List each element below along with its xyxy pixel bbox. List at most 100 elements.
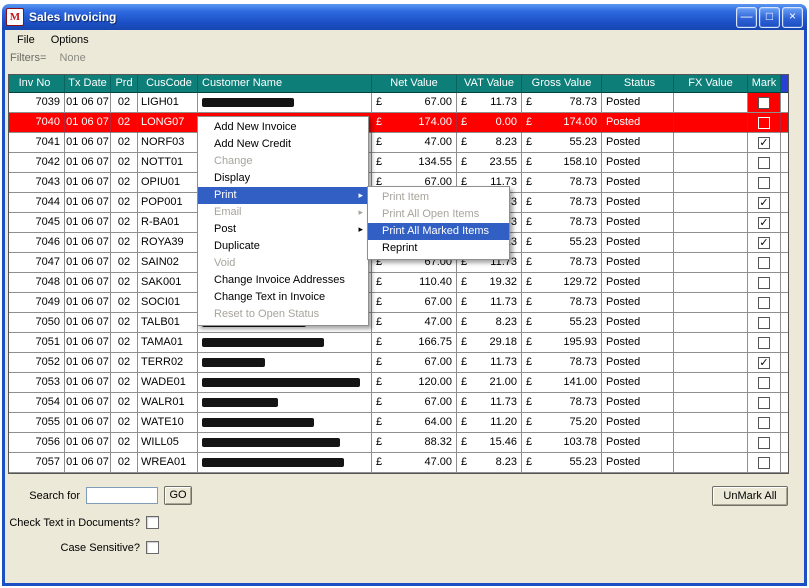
menu-item-add-new-invoice[interactable]: Add New Invoice <box>198 119 368 136</box>
table-row[interactable]: 7042 01 06 07 02 NOTT01 £134.55 £23.55 £158.10… <box>9 153 788 173</box>
mark-checkbox[interactable] <box>758 336 770 349</box>
mark-checkbox[interactable] <box>758 156 770 169</box>
mark-checkbox[interactable]: ✓ <box>758 136 770 149</box>
mark-checkbox[interactable] <box>758 96 770 109</box>
mark-checkbox[interactable] <box>758 176 770 189</box>
mark-checkbox[interactable] <box>758 296 770 309</box>
currency-symbol: £ <box>526 376 533 388</box>
submenu-item-reprint[interactable]: Reprint <box>368 240 509 257</box>
table-row[interactable]: 7039 01 06 07 02 LIGH01 £67.00 £11.73 £78.73 Po… <box>9 93 788 113</box>
col-header-inv-no[interactable]: Inv No <box>9 75 65 93</box>
table-row[interactable]: 7049 01 06 07 02 SOCI01 £67.00 £11.73 £78.73 Po… <box>9 293 788 313</box>
filters-value: None <box>59 52 86 64</box>
cell-fx-value <box>674 233 748 253</box>
menu-file[interactable]: File <box>9 32 43 48</box>
table-row[interactable]: 7055 01 06 07 02 WATE10 £64.00 £11.20 £75.20 Po… <box>9 413 788 433</box>
currency-symbol: £ <box>526 276 533 288</box>
menu-item-print[interactable]: Print ▸ <box>198 187 368 204</box>
table-row[interactable]: 7051 01 06 07 02 TAMA01 £166.75 £29.18 £195.93… <box>9 333 788 353</box>
col-header-status[interactable]: Status <box>602 75 674 93</box>
menu-item-change-text-in-invoice[interactable]: Change Text in Invoice <box>198 289 368 306</box>
check-text-checkbox[interactable] <box>146 516 159 529</box>
mark-checkbox[interactable] <box>758 116 770 129</box>
table-row[interactable]: 7050 01 06 07 02 TALB01 £47.00 £8.23 £55.23 Pos… <box>9 313 788 333</box>
grid-scroll-strip <box>781 253 788 273</box>
mark-checkbox[interactable] <box>758 376 770 389</box>
cell-status: Posted <box>602 93 674 113</box>
col-header-cuscode[interactable]: CusCode <box>138 75 198 93</box>
menu-item-post[interactable]: Post ▸ <box>198 221 368 238</box>
col-header-fx-value[interactable]: FX Value <box>674 75 748 93</box>
col-header-gross-value[interactable]: Gross Value <box>522 75 602 93</box>
col-header-mark[interactable]: Mark <box>748 75 781 93</box>
menu-options[interactable]: Options <box>43 32 97 48</box>
mark-checkbox[interactable] <box>758 396 770 409</box>
menu-item-email: Email ▸ <box>198 204 368 221</box>
filter-bar[interactable]: Filters= None <box>10 52 86 68</box>
table-row[interactable]: 7048 01 06 07 02 SAK001 £110.40 £19.32 £129.72… <box>9 273 788 293</box>
amount-value: 8.23 <box>495 136 517 148</box>
mark-checkbox[interactable] <box>758 456 770 469</box>
menu-item-duplicate[interactable]: Duplicate <box>198 238 368 255</box>
menu-item-change-invoice-addresses[interactable]: Change Invoice Addresses <box>198 272 368 289</box>
grid-scroll-strip <box>781 413 788 433</box>
table-row[interactable]: 7052 01 06 07 02 TERR02 £67.00 £11.73 £78.73 Po… <box>9 353 788 373</box>
redacted-name-bar <box>202 458 344 467</box>
cell-mark <box>748 453 781 473</box>
go-button[interactable]: GO <box>164 486 192 505</box>
col-header-net-value[interactable]: Net Value <box>372 75 457 93</box>
table-row[interactable]: 7040 01 06 07 02 LONG07 £174.00 £0.00 £174.00 P… <box>9 113 788 133</box>
maximize-button[interactable]: □ <box>759 6 780 28</box>
table-row[interactable]: 7054 01 06 07 02 WALR01 £67.00 £11.73 £78.73 Po… <box>9 393 788 413</box>
titlebar[interactable]: M Sales Invoicing — □ × <box>2 4 807 30</box>
cell-fx-value <box>674 173 748 193</box>
cell-amount: £11.73 <box>457 93 522 113</box>
amount-value: 15.46 <box>489 436 517 448</box>
mark-checkbox[interactable] <box>758 276 770 289</box>
mark-checkbox[interactable]: ✓ <box>758 236 770 249</box>
cell-prd: 02 <box>111 153 138 173</box>
table-row[interactable]: 7053 01 06 07 02 WADE01 £120.00 £21.00 £141.00… <box>9 373 788 393</box>
menu-item-reset-to-open-status: Reset to Open Status <box>214 308 320 320</box>
cell-prd: 02 <box>111 213 138 233</box>
mark-checkbox[interactable]: ✓ <box>758 196 770 209</box>
mark-checkbox[interactable]: ✓ <box>758 356 770 369</box>
table-row[interactable]: 7041 01 06 07 02 NORF03 £47.00 £8.23 £55.23 Pos… <box>9 133 788 153</box>
minimize-button[interactable]: — <box>736 6 757 28</box>
mark-checkbox[interactable] <box>758 316 770 329</box>
case-sensitive-checkbox[interactable] <box>146 541 159 554</box>
currency-symbol: £ <box>526 256 533 268</box>
col-header-tx-date[interactable]: Tx Date <box>65 75 111 93</box>
mark-checkbox[interactable] <box>758 436 770 449</box>
currency-symbol: £ <box>526 96 533 108</box>
grid-scroll-strip <box>781 453 788 473</box>
amount-value: 64.00 <box>424 416 452 428</box>
amount-value: 120.00 <box>418 376 452 388</box>
close-button[interactable]: × <box>782 6 803 28</box>
cell-status: Posted <box>602 373 674 393</box>
mark-checkbox[interactable]: ✓ <box>758 216 770 229</box>
cell-tx-date: 01 06 07 <box>65 413 111 433</box>
menu-item-display[interactable]: Display <box>198 170 368 187</box>
col-header-customer-name[interactable]: Customer Name <box>198 75 372 93</box>
cell-inv-no: 7054 <box>9 393 65 413</box>
cell-fx-value <box>674 273 748 293</box>
cell-status: Posted <box>602 353 674 373</box>
cell-tx-date: 01 06 07 <box>65 433 111 453</box>
menu-item-add-new-credit[interactable]: Add New Credit <box>198 136 368 153</box>
cell-fx-value <box>674 153 748 173</box>
submenu-item-print-all-marked-items[interactable]: Print All Marked Items <box>368 223 509 240</box>
amount-value: 75.20 <box>569 416 597 428</box>
col-header-prd[interactable]: Prd <box>111 75 138 93</box>
table-row[interactable]: 7056 01 06 07 02 WILL05 £88.32 £15.46 £103.78 P… <box>9 433 788 453</box>
search-input[interactable] <box>86 487 158 504</box>
cell-amount: £19.32 <box>457 273 522 293</box>
amount-value: 134.55 <box>418 156 452 168</box>
unmark-all-button[interactable]: UnMark All <box>712 486 788 506</box>
mark-checkbox[interactable] <box>758 416 770 429</box>
col-header-vat-value[interactable]: VAT Value <box>457 75 522 93</box>
amount-value: 23.55 <box>489 156 517 168</box>
table-row[interactable]: 7057 01 06 07 02 WREA01 £47.00 £8.23 £55.23 Pos… <box>9 453 788 473</box>
cell-cuscode: SOCI01 <box>138 293 198 313</box>
mark-checkbox[interactable] <box>758 256 770 269</box>
